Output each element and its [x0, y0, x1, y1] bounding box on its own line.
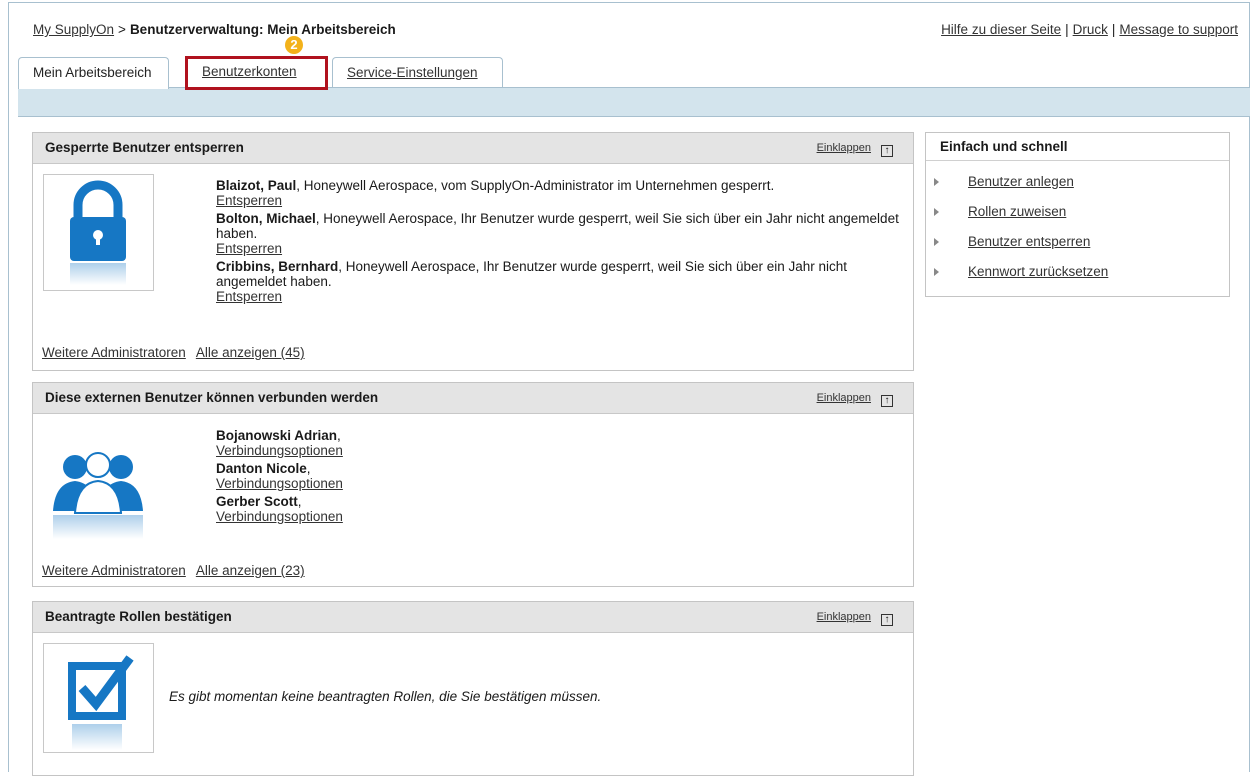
- connection-options-link[interactable]: Verbindungsoptionen: [216, 443, 343, 458]
- user-name: Blaizot, Paul: [216, 178, 297, 193]
- unlock-link[interactable]: Entsperren: [216, 241, 282, 256]
- panel-title: Beantragte Rollen bestätigen: [45, 609, 232, 624]
- quick-actions-title: Einfach und schnell: [926, 133, 1229, 161]
- collapse-arrow-icon[interactable]: ↑: [881, 395, 893, 407]
- arrow-right-icon: [934, 178, 939, 186]
- unlock-link[interactable]: Entsperren: [216, 193, 282, 208]
- role-requests-panel: Beantragte Rollen bestätigen Einklappen ↑…: [32, 601, 914, 776]
- user-detail: ,: [337, 428, 341, 443]
- checkbox-image: [43, 643, 154, 753]
- users-group-icon: [53, 452, 143, 539]
- list-item: Danton Nicole, Verbindungsoptionen: [216, 461, 616, 491]
- user-name: Bojanowski Adrian: [216, 428, 338, 443]
- panel-footer: Weitere Administratoren Alle anzeigen (23…: [42, 563, 305, 578]
- external-users-panel: Diese externen Benutzer können verbunden…: [32, 382, 914, 587]
- collapse-control[interactable]: Einklappen ↑: [817, 133, 893, 163]
- panel-title: Diese externen Benutzer können verbunden…: [45, 390, 379, 405]
- show-all-link[interactable]: Alle anzeigen (23): [196, 563, 305, 578]
- arrow-right-icon: [934, 238, 939, 246]
- collapse-link[interactable]: Einklappen: [817, 611, 871, 623]
- panel-title: Gesperrte Benutzer entsperren: [45, 140, 244, 155]
- step-badge: 2: [285, 36, 303, 54]
- arrow-right-icon: [934, 208, 939, 216]
- more-admins-link[interactable]: Weitere Administratoren: [42, 345, 186, 360]
- list-item: Gerber Scott, Verbindungsoptionen: [216, 494, 616, 524]
- breadcrumb: My SupplyOn > Benutzerverwaltung: Mein Arb…: [33, 22, 396, 37]
- breadcrumb-root-link[interactable]: My SupplyOn: [33, 22, 114, 37]
- more-admins-link[interactable]: Weitere Administratoren: [42, 563, 186, 578]
- user-name: Bolton, Michael: [216, 211, 316, 226]
- locked-users-panel: Gesperrte Benutzer entsperren Einklappen…: [32, 132, 914, 371]
- locked-users-list: Blaizot, Paul, Honeywell Aerospace, vom …: [216, 178, 906, 307]
- collapse-control[interactable]: Einklappen ↑: [817, 602, 893, 632]
- list-item: Blaizot, Paul, Honeywell Aerospace, vom …: [216, 178, 906, 208]
- top-links: Hilfe zu dieser Seite | Druck | Message to s…: [941, 22, 1238, 37]
- create-user-link[interactable]: Benutzer anlegen: [968, 174, 1074, 189]
- user-detail: , Honeywell Aerospace, vom SupplyOn-Admi…: [296, 178, 775, 193]
- message-support-link[interactable]: Message to support: [1119, 22, 1238, 37]
- users-image: [43, 433, 154, 543]
- quick-actions-list: Benutzer anlegen Rollen zuweisen Benutze…: [926, 161, 1229, 291]
- user-detail: ,: [297, 494, 302, 509]
- unlock-users-link[interactable]: Benutzer entsperren: [968, 234, 1090, 249]
- lock-icon: [70, 180, 126, 285]
- reset-password-link[interactable]: Kennwort zurücksetzen: [968, 264, 1108, 279]
- list-item: Cribbins, Bernhard, Honeywell Aerospace,…: [216, 259, 906, 304]
- user-detail: , Honeywell Aerospace, Ihr Benutzer wurd…: [216, 211, 899, 241]
- checkmark-icon: [68, 655, 134, 750]
- show-all-link[interactable]: Alle anzeigen (45): [196, 345, 305, 360]
- user-name: Cribbins, Bernhard: [216, 259, 339, 274]
- tab-benutzerkonten[interactable]: Benutzerkonten: [185, 56, 328, 90]
- collapse-arrow-icon[interactable]: ↑: [881, 614, 893, 626]
- collapse-arrow-icon[interactable]: ↑: [881, 145, 893, 157]
- tab-content-bar: [18, 87, 1250, 117]
- help-link[interactable]: Hilfe zu dieser Seite: [941, 22, 1061, 37]
- user-detail: ,: [306, 461, 311, 476]
- page-title: Benutzerverwaltung: Mein Arbeitsbereich: [129, 22, 396, 37]
- quick-action-item: Rollen zuweisen: [926, 201, 1229, 231]
- collapse-control[interactable]: Einklappen ↑: [817, 383, 893, 413]
- quick-action-item: Benutzer entsperren: [926, 231, 1229, 261]
- empty-state-message: Es gibt momentan keine beantragten Rolle…: [169, 689, 602, 704]
- list-item: Bojanowski Adrian, Verbindungsoptionen: [216, 428, 616, 458]
- user-name: Danton Nicole: [216, 461, 307, 476]
- collapse-link[interactable]: Einklappen: [817, 392, 871, 404]
- list-item: Bolton, Michael, Honeywell Aerospace, Ih…: [216, 211, 906, 256]
- panel-footer: Weitere Administratoren Alle anzeigen (45…: [42, 345, 305, 360]
- arrow-right-icon: [934, 268, 939, 276]
- tab-service-einstellungen[interactable]: Service-Einstellungen: [332, 57, 503, 88]
- assign-roles-link[interactable]: Rollen zuweisen: [968, 204, 1066, 219]
- unlock-link[interactable]: Entsperren: [216, 289, 282, 304]
- connection-options-link[interactable]: Verbindungsoptionen: [216, 509, 343, 524]
- user-name: Gerber Scott: [216, 494, 298, 509]
- external-users-list: Bojanowski Adrian, Verbindungsoptionen D…: [216, 428, 616, 527]
- collapse-link[interactable]: Einklappen: [817, 142, 871, 154]
- tab-benutzerkonten-label[interactable]: Benutzerkonten: [202, 64, 297, 79]
- connection-options-link[interactable]: Verbindungsoptionen: [216, 476, 343, 491]
- panel-header: Diese externen Benutzer können verbunden…: [33, 383, 913, 414]
- quick-action-item: Benutzer anlegen: [926, 171, 1229, 201]
- lock-image: [43, 174, 154, 291]
- print-link[interactable]: Druck: [1073, 22, 1108, 37]
- breadcrumb-separator: >: [118, 22, 126, 37]
- tab-service-einstellungen-label[interactable]: Service-Einstellungen: [347, 65, 478, 80]
- tab-mein-arbeitsbereich[interactable]: Mein Arbeitsbereich: [18, 57, 169, 89]
- quick-action-item: Kennwort zurücksetzen: [926, 261, 1229, 291]
- quick-actions-box: Einfach und schnell Benutzer anlegen Rol…: [925, 132, 1230, 297]
- panel-header: Gesperrte Benutzer entsperren Einklappen…: [33, 133, 913, 164]
- panel-header: Beantragte Rollen bestätigen Einklappen ↑: [33, 602, 913, 633]
